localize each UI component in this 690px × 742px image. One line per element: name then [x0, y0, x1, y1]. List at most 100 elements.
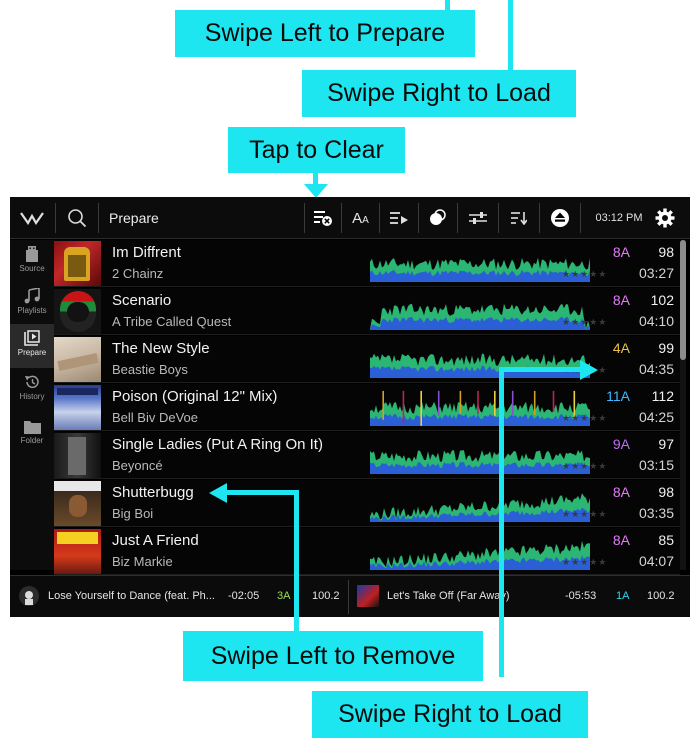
- prepare-icon: [24, 330, 40, 346]
- sidebar-item-prepare[interactable]: Prepare: [10, 324, 54, 368]
- track-key: 8A: [612, 484, 630, 500]
- search-icon[interactable]: [56, 197, 98, 239]
- callout-arrow-remove: [209, 483, 227, 503]
- track-artist: Beyoncé: [112, 458, 163, 473]
- music-note-icon: [24, 288, 40, 304]
- track-title: Shutterbugg: [112, 484, 194, 501]
- track-key: 11A: [606, 388, 630, 404]
- track-bpm: 112: [651, 388, 674, 404]
- callout-arrow-clear: [304, 184, 328, 198]
- track-key: 9A: [612, 436, 630, 452]
- sidebar-item-label: Source: [19, 264, 45, 273]
- track-artist: Beastie Boys: [112, 362, 188, 377]
- sidebar-item-history[interactable]: History: [10, 370, 54, 412]
- sidebar-item-label: History: [19, 392, 45, 401]
- track-row[interactable]: Im Diffrent 2 Chainz 8A ★★★★★ 98 03:27: [54, 240, 680, 287]
- callout-swipe-left-remove: Swipe Left to Remove: [183, 631, 483, 681]
- track-title: Single Ladies (Put A Ring On It): [112, 436, 323, 453]
- album-art: [54, 529, 101, 574]
- track-bpm: 98: [658, 484, 674, 500]
- track-artist: A Tribe Called Quest: [112, 314, 232, 329]
- track-title: Just A Friend: [112, 532, 199, 549]
- album-art: [54, 385, 101, 430]
- rating-stars[interactable]: ★★★★★: [562, 413, 607, 424]
- gear-icon[interactable]: [648, 197, 682, 239]
- sliders-icon[interactable]: [458, 197, 498, 239]
- scrollbar[interactable]: [680, 240, 686, 570]
- track-key: 8A: [612, 292, 630, 308]
- track-key: 8A: [612, 244, 630, 260]
- track-bpm: 98: [658, 244, 674, 260]
- rating-stars[interactable]: ★★★★★: [562, 317, 607, 328]
- clock: 03:12 PM: [595, 212, 643, 224]
- track-title: The New Style: [112, 340, 210, 357]
- sidebar-item-label: Prepare: [17, 348, 47, 357]
- track-duration: 03:15: [638, 457, 674, 473]
- waveform: [370, 390, 590, 426]
- deck-left-bpm: 100.2: [312, 590, 340, 602]
- history-icon: [25, 375, 39, 389]
- sidebar-item-label: Folder: [20, 436, 44, 445]
- sidebar-item-folder[interactable]: Folder: [10, 414, 54, 456]
- top-bar: Prepare AA 03:12 PM: [10, 197, 690, 239]
- sort-icon[interactable]: [499, 197, 539, 239]
- album-art: [54, 241, 101, 286]
- callout-line-load-top: [508, 0, 513, 70]
- device-screen: Prepare AA 03:12 PM Source Playlists Pre…: [10, 197, 690, 617]
- waveform: [370, 450, 590, 474]
- waveform: [370, 353, 590, 378]
- logo-icon[interactable]: [10, 197, 54, 239]
- track-artist: Big Boi: [112, 506, 154, 521]
- waveform: [370, 493, 590, 522]
- deck-left-key: 3A: [277, 590, 291, 602]
- sidebar: Source Playlists Prepare History Folder: [10, 240, 54, 570]
- eject-icon[interactable]: [540, 197, 580, 239]
- track-duration: 03:35: [638, 505, 674, 521]
- deck-right-key: 1A: [616, 590, 630, 602]
- track-bpm: 85: [658, 532, 674, 548]
- track-artist: Bell Biv DeVoe: [112, 410, 198, 425]
- track-duration: 04:10: [638, 313, 674, 329]
- track-bpm: 99: [658, 340, 674, 356]
- deck-right-title: Let's Take Off (Far Away): [387, 590, 510, 602]
- sidebar-item-playlists[interactable]: Playlists: [10, 282, 54, 324]
- waveform: [370, 257, 590, 282]
- deck-right-art-icon: [357, 585, 379, 607]
- scrollbar-thumb[interactable]: [680, 240, 686, 360]
- color-filter-icon[interactable]: [419, 197, 457, 239]
- track-row[interactable]: Shutterbugg Big Boi 8A ★★★★★ 98 03:35: [54, 480, 680, 527]
- track-bpm: 97: [658, 436, 674, 452]
- rating-stars[interactable]: ★★★★★: [562, 557, 607, 568]
- clear-list-icon[interactable]: [305, 197, 341, 239]
- callout-line-load-row-h: [499, 367, 585, 372]
- track-row[interactable]: Just A Friend Biz Markie 8A ★★★★★ 85 04:…: [54, 528, 680, 575]
- track-artist: Biz Markie: [112, 554, 173, 569]
- usb-drive-icon: [26, 246, 38, 262]
- font-size-icon[interactable]: AA: [342, 197, 379, 239]
- album-art: [54, 337, 101, 382]
- rating-stars[interactable]: ★★★★★: [562, 509, 607, 520]
- deck-left-art-icon: [19, 586, 39, 606]
- page-title: Prepare: [109, 210, 159, 226]
- deck-left-title: Lose Yourself to Dance (feat. Ph...: [48, 590, 215, 602]
- deck-right[interactable]: Let's Take Off (Far Away) -05:53 1A 100.…: [349, 576, 690, 617]
- deck-right-remaining: -05:53: [565, 590, 597, 602]
- sidebar-item-source[interactable]: Source: [10, 240, 54, 282]
- rating-stars[interactable]: ★★★★★: [562, 461, 607, 472]
- callout-line-remove: [294, 492, 299, 632]
- track-title: Poison (Original 12" Mix): [112, 388, 278, 405]
- album-art: [54, 289, 101, 334]
- track-bpm: 102: [650, 292, 674, 308]
- deck-left-remaining: -02:05: [228, 590, 260, 602]
- callout-arrow-load-row: [580, 360, 598, 380]
- track-row[interactable]: Single Ladies (Put A Ring On It) Beyoncé…: [54, 432, 680, 479]
- callout-tap-to-clear: Tap to Clear: [228, 127, 405, 173]
- track-row[interactable]: Poison (Original 12" Mix) Bell Biv DeVoe…: [54, 384, 680, 431]
- track-row[interactable]: Scenario A Tribe Called Quest 8A ★★★★★ 1…: [54, 288, 680, 335]
- waveform: [370, 303, 590, 330]
- track-key: 8A: [612, 532, 630, 548]
- callout-line-prepare: [445, 0, 450, 10]
- rating-stars[interactable]: ★★★★★: [562, 269, 607, 280]
- callout-swipe-left-prepare: Swipe Left to Prepare: [175, 10, 475, 57]
- play-queue-icon[interactable]: [380, 197, 418, 239]
